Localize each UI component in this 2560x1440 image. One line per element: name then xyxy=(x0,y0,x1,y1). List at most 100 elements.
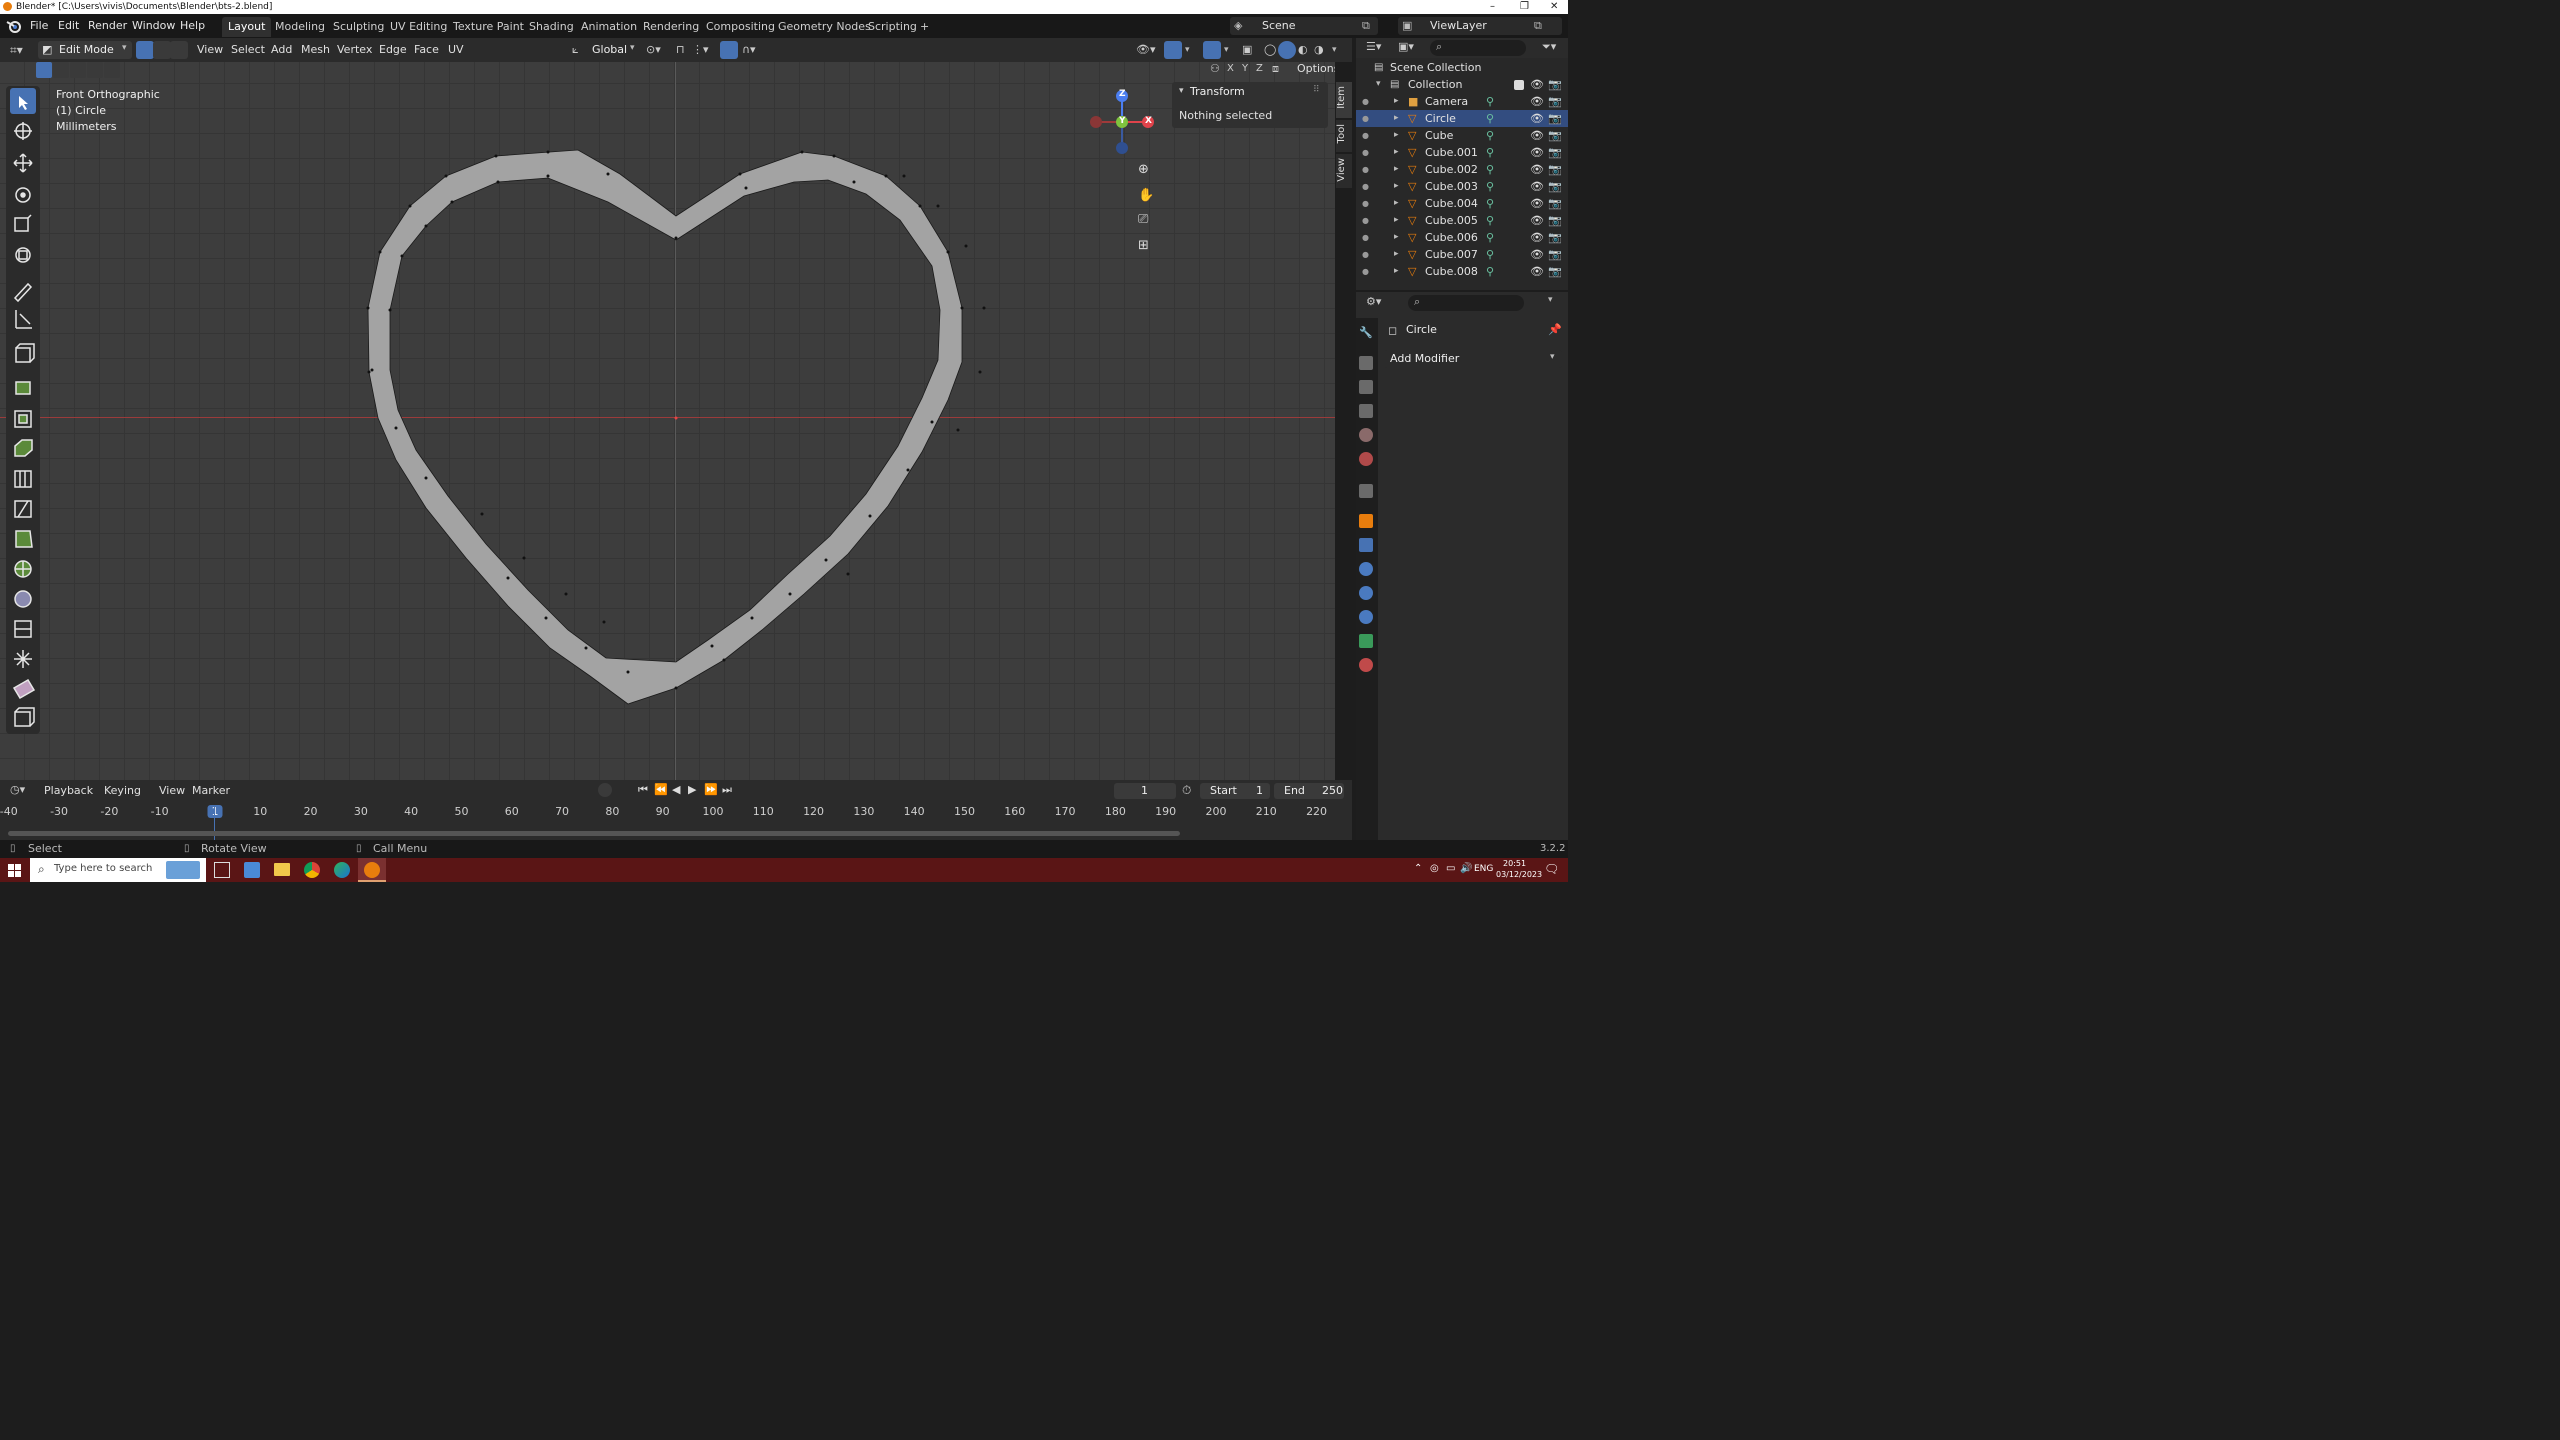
expand-arrow-icon[interactable]: ▸ xyxy=(1394,93,1399,110)
outliner-item[interactable]: ● ▸ ▽ Cube.003 ⚲ 👁 📷 xyxy=(1356,178,1568,195)
expand-arrow-icon[interactable]: ▸ xyxy=(1394,229,1399,246)
menu-edge[interactable]: Edge xyxy=(379,41,407,59)
eye-icon[interactable]: 👁 xyxy=(1530,212,1544,229)
material-shading-icon[interactable]: ◐ xyxy=(1298,41,1308,59)
scene-tab-icon[interactable] xyxy=(1359,428,1373,442)
chevron-down-icon[interactable]: ▾ xyxy=(1224,41,1229,59)
face-select-icon[interactable] xyxy=(170,41,188,59)
volume-icon[interactable]: 🔊 xyxy=(1460,863,1472,874)
eye-icon[interactable]: 👁 xyxy=(1530,246,1544,263)
rendered-shading-icon[interactable]: ◑ xyxy=(1314,41,1324,59)
battery-icon[interactable]: ▭ xyxy=(1446,863,1455,874)
network-icon[interactable]: ◎ xyxy=(1430,863,1439,874)
modifier-tab-icon[interactable] xyxy=(1359,538,1373,552)
display-mode-icon[interactable]: ▣▾ xyxy=(1398,40,1414,53)
mode-dropdown[interactable]: ◩ Edit Mode ▾ xyxy=(38,41,132,59)
pan-hand-icon[interactable]: ✋ xyxy=(1138,188,1156,206)
mesh-data-icon[interactable]: ⚲ xyxy=(1486,127,1494,144)
menu-render[interactable]: Render xyxy=(88,14,127,38)
expand-arrow-icon[interactable]: ▸ xyxy=(1394,212,1399,229)
windows-start-icon[interactable] xyxy=(8,864,21,877)
file-explorer-icon[interactable] xyxy=(274,863,290,876)
mesh-data-icon[interactable]: ⚲ xyxy=(1486,144,1494,161)
editor-type-icon[interactable]: ⌗▾ xyxy=(10,43,32,57)
viewlayer-selector[interactable]: ▣ ViewLayer ⧉ xyxy=(1398,17,1562,35)
menu-help[interactable]: Help xyxy=(180,14,205,38)
chevron-down-icon[interactable]: ▾ xyxy=(1179,86,1184,96)
menu-window[interactable]: Window xyxy=(132,14,175,38)
clock-date[interactable]: 03/12/2023 xyxy=(1496,870,1542,879)
eye-icon[interactable]: 👁 xyxy=(1530,195,1544,212)
mesh-data-icon[interactable]: ⚲ xyxy=(1486,229,1494,246)
xray-icon[interactable]: ▣ xyxy=(1242,41,1252,59)
expand-arrow-icon[interactable]: ▸ xyxy=(1394,161,1399,178)
drag-handle-icon[interactable]: ⠿ xyxy=(1313,85,1320,95)
proportional-editing-icon[interactable] xyxy=(720,41,738,59)
scrollbar-thumb[interactable] xyxy=(8,831,1180,836)
tab-modeling[interactable]: Modeling xyxy=(269,17,331,37)
scene-selector[interactable]: ◈ Scene ⧉ xyxy=(1230,17,1378,35)
menu-face[interactable]: Face xyxy=(414,41,439,59)
chevron-down-icon[interactable]: ▾ xyxy=(1185,41,1190,59)
view-layer-tab-icon[interactable] xyxy=(1359,404,1373,418)
wireframe-shading-icon[interactable]: ◯ xyxy=(1264,41,1276,59)
material-tab-icon[interactable] xyxy=(1359,658,1373,672)
camera-render-icon[interactable]: 📷 xyxy=(1548,212,1562,229)
tab-rendering[interactable]: Rendering xyxy=(637,17,705,37)
camera-view-icon[interactable]: ⎚ xyxy=(1138,212,1156,230)
tab-layout[interactable]: Layout xyxy=(222,17,272,37)
camera-render-icon[interactable]: 📷 xyxy=(1548,76,1562,93)
tray-chevron-icon[interactable]: ⌃ xyxy=(1414,863,1422,874)
physics-tab-icon[interactable] xyxy=(1359,586,1373,600)
eye-icon[interactable]: 👁 xyxy=(1530,144,1544,161)
timeline-scrollbar[interactable] xyxy=(8,831,1180,836)
mesh-data-icon[interactable]: ⚲ xyxy=(1486,93,1494,110)
eye-icon[interactable]: 👁 xyxy=(1530,229,1544,246)
outliner-item[interactable]: ● ▸ ▽ Cube.004 ⚲ 👁 📷 xyxy=(1356,195,1568,212)
tab-uv-editing[interactable]: UV Editing xyxy=(384,17,453,37)
constraints-tab-icon[interactable] xyxy=(1359,610,1373,624)
tab-shading[interactable]: Shading xyxy=(523,17,580,37)
outliner-item[interactable]: ● ▸ ■ Camera ⚲ 👁 📷 xyxy=(1356,93,1568,110)
overlays-toggle-icon[interactable] xyxy=(1203,41,1221,59)
camera-render-icon[interactable]: 📷 xyxy=(1548,195,1562,212)
tab-compositing[interactable]: Compositing xyxy=(700,17,781,37)
task-view-icon[interactable] xyxy=(214,862,230,878)
expand-arrow-icon[interactable]: ▸ xyxy=(1394,246,1399,263)
mesh-data-icon[interactable]: ⚲ xyxy=(1486,195,1494,212)
menu-mesh[interactable]: Mesh xyxy=(301,41,330,59)
camera-render-icon[interactable]: 📷 xyxy=(1548,144,1562,161)
add-modifier-dropdown[interactable]: Add Modifier ▾ xyxy=(1384,350,1562,368)
tab-texture-paint[interactable]: Texture Paint xyxy=(447,17,530,37)
mirror-x-toggle[interactable]: X xyxy=(1227,63,1234,74)
outliner-item[interactable]: ● ▸ ▽ Circle ⚲ 👁 📷 xyxy=(1356,110,1568,127)
chevron-down-icon[interactable]: ▾ xyxy=(1332,41,1337,59)
output-tab-icon[interactable] xyxy=(1359,380,1373,394)
outliner-scene-collection[interactable]: ▤ Scene Collection xyxy=(1356,59,1568,76)
snap-icon[interactable]: ⊓ xyxy=(676,41,685,59)
outliner-item[interactable]: ● ▸ ▽ Cube.008 ⚲ 👁 📷 xyxy=(1356,263,1568,280)
outliner-search-input[interactable]: ⌕ xyxy=(1430,40,1526,56)
properties-search-input[interactable]: ⌕ xyxy=(1408,295,1524,311)
outliner-item[interactable]: ● ▸ ▽ Cube.005 ⚲ 👁 📷 xyxy=(1356,212,1568,229)
options-dropdown[interactable]: Options xyxy=(1297,62,1335,75)
expand-arrow-icon[interactable]: ▸ xyxy=(1394,263,1399,280)
auto-merge-icon[interactable]: ⧈ xyxy=(1272,62,1279,76)
heart-mesh[interactable] xyxy=(0,62,1335,780)
edge-select-icon[interactable] xyxy=(153,41,171,59)
visibility-icon[interactable]: 👁▾ xyxy=(1136,41,1156,59)
camera-render-icon[interactable]: 📷 xyxy=(1548,178,1562,195)
editor-type-icon[interactable]: ⚙▾ xyxy=(1366,295,1381,308)
mesh-data-icon[interactable]: ⚲ xyxy=(1486,263,1494,280)
blender-menu-icon[interactable] xyxy=(6,18,22,34)
expand-arrow-icon[interactable]: ▸ xyxy=(1394,110,1399,127)
viewlayer-new-icon[interactable]: ⧉ xyxy=(1534,19,1542,33)
zoom-icon[interactable]: ⊕ xyxy=(1138,162,1156,180)
maximize-icon[interactable]: ❐ xyxy=(1520,0,1529,14)
camera-render-icon[interactable]: 📷 xyxy=(1548,263,1562,280)
transform-orientation-dropdown[interactable]: ⟀ Global ▾ xyxy=(570,41,638,59)
editor-type-icon[interactable]: ☰▾ xyxy=(1366,40,1381,53)
chrome-icon[interactable] xyxy=(304,862,320,878)
timeline-ruler[interactable]: -40 -30 -20 -10 1 10 20 30 40 50 60 70 80 90 100 110 120… xyxy=(0,780,1352,824)
solid-shading-icon[interactable] xyxy=(1278,41,1296,59)
